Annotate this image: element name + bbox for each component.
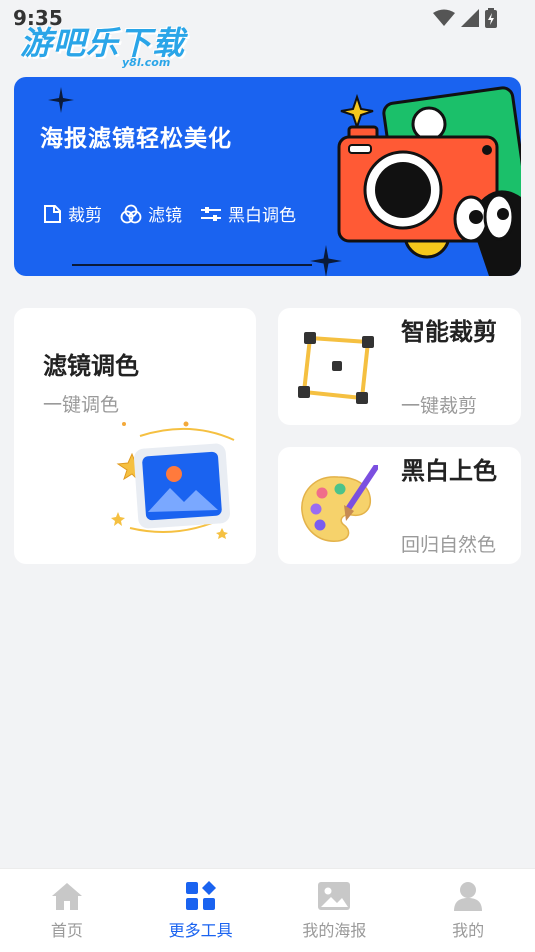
card-title: 黑白上色: [401, 457, 497, 485]
banner-feature-bw: 黑白调色: [200, 201, 296, 226]
crop-outline-icon: [44, 204, 61, 223]
image-icon: [318, 882, 351, 910]
watermark-domain: y8l.com: [122, 56, 171, 69]
camera-illustration: [337, 86, 521, 276]
tab-label: 首页: [50, 921, 83, 940]
tab-label: 更多工具: [168, 921, 233, 940]
filter-circles-icon: [120, 204, 142, 223]
sparkle-icon: [48, 87, 74, 113]
banner-divider-line: [72, 264, 312, 266]
tab-label: 我的海报: [302, 921, 367, 940]
filter-tool-card[interactable]: 滤镜调色 一键调色: [14, 308, 256, 564]
wifi-icon: [433, 9, 455, 26]
battery-icon: [485, 8, 497, 28]
card-subtitle: 一键裁剪: [401, 395, 478, 417]
tab-label: 我的: [452, 921, 485, 940]
palette-icon: [301, 465, 378, 542]
banner-title: 海报滤镜轻松美化: [40, 126, 232, 152]
banner-feature-filter: 滤镜: [120, 201, 182, 226]
banner-features: 裁剪 滤镜 黑白调色: [42, 201, 296, 226]
promo-banner[interactable]: 海报滤镜轻松美化 裁剪 滤镜 黑白调色: [14, 77, 521, 276]
crop-tool-card[interactable]: 智能裁剪 一键裁剪: [278, 308, 521, 425]
banner-feature-label: 裁剪: [68, 206, 102, 226]
tab-more-tools[interactable]: 更多工具: [134, 869, 268, 952]
signal-icon: [461, 9, 479, 27]
banner-feature-crop: 裁剪: [42, 201, 102, 226]
grid-tools-icon: [185, 881, 216, 910]
photo-frame-icon: [111, 421, 235, 539]
banner-feature-label: 滤镜: [148, 206, 182, 226]
tab-my-posters[interactable]: 我的海报: [268, 869, 402, 952]
card-subtitle: 一键调色: [43, 394, 120, 416]
bottom-tab-bar: 首页 更多工具 我的海报 我的: [0, 868, 535, 952]
card-title: 滤镜调色: [43, 352, 139, 380]
banner-feature-label: 黑白调色: [228, 206, 296, 226]
card-subtitle: 回归自然色: [401, 534, 497, 556]
watermark-logo: 游吧乐下载 y8l.com: [20, 18, 185, 69]
tab-home[interactable]: 首页: [0, 869, 134, 952]
sliders-icon: [201, 206, 221, 221]
user-icon: [454, 882, 483, 911]
bw-colorize-tool-card[interactable]: 黑白上色 回归自然色: [278, 447, 521, 564]
crop-frame-icon: [298, 332, 374, 404]
tab-mine[interactable]: 我的: [401, 869, 535, 952]
card-title: 智能裁剪: [401, 318, 497, 346]
home-icon: [51, 883, 82, 910]
system-icons: [433, 8, 497, 28]
